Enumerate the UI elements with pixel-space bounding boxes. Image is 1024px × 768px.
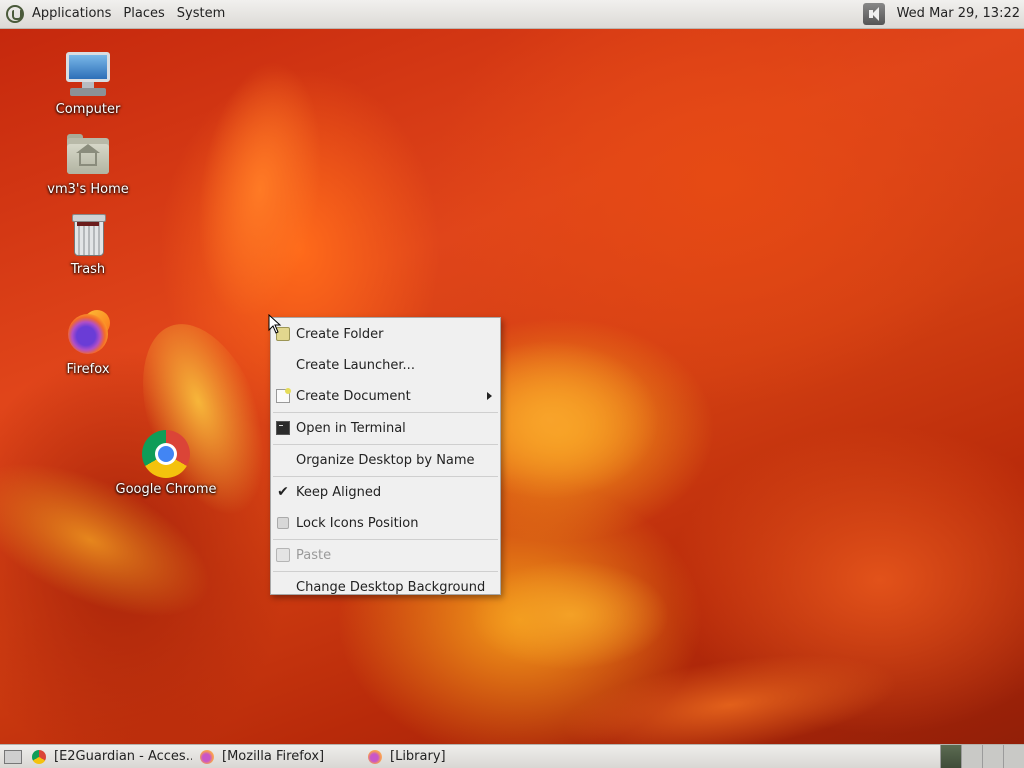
menu-item-label: Create Document	[296, 389, 411, 404]
volume-icon[interactable]	[862, 3, 885, 25]
submenu-arrow-icon	[487, 392, 492, 400]
trash-icon	[64, 210, 112, 258]
menu-item-label: Create Folder	[296, 327, 384, 342]
desktop-icon-home[interactable]: vm3's Home	[28, 130, 148, 197]
menu-item-change-background[interactable]: Change Desktop Background	[271, 572, 500, 603]
computer-icon	[64, 50, 112, 98]
taskbar-button-label: [Mozilla Firefox]	[222, 749, 325, 764]
chrome-icon	[32, 749, 46, 764]
checkmark-icon: ✔	[277, 484, 289, 500]
firefox-icon	[64, 310, 112, 358]
menu-item-keep-aligned[interactable]: ✔ Keep Aligned	[271, 477, 500, 508]
top-panel: Applications Places System Wed Mar 29, 1…	[0, 0, 1024, 29]
desktop-icon-computer[interactable]: Computer	[28, 50, 148, 117]
taskbar-button[interactable]: [Library]	[364, 746, 528, 768]
desktop-context-menu: Create Folder Create Launcher... Create …	[270, 317, 501, 595]
taskbar-button-label: [E2Guardian - Acces...	[54, 749, 192, 764]
desktop-icon-trash[interactable]: Trash	[28, 210, 148, 277]
mint-logo-icon[interactable]	[6, 5, 24, 23]
document-icon	[276, 388, 291, 403]
desktop-icon-chrome[interactable]: Google Chrome	[106, 430, 226, 497]
taskbar-button-label: [Library]	[390, 749, 446, 764]
menu-item-create-launcher[interactable]: Create Launcher...	[271, 350, 500, 381]
terminal-icon	[276, 421, 290, 435]
menu-item-label: Paste	[296, 548, 332, 563]
system-menu[interactable]: System	[171, 0, 231, 28]
desktop[interactable]: Applications Places System Wed Mar 29, 1…	[0, 0, 1024, 768]
desktop-icon-label: Trash	[70, 262, 106, 277]
menu-item-label: Open in Terminal	[296, 421, 406, 436]
firefox-icon	[200, 749, 214, 764]
firefox-icon	[368, 749, 382, 764]
menu-item-organize-desktop[interactable]: Organize Desktop by Name	[271, 445, 500, 476]
workspace-4[interactable]	[1003, 744, 1024, 768]
workspace-2[interactable]	[961, 744, 982, 768]
checkbox-icon	[277, 517, 289, 529]
desktop-icon-label: vm3's Home	[47, 182, 129, 197]
show-desktop-icon[interactable]	[4, 749, 22, 764]
workspace-1[interactable]	[940, 744, 961, 768]
clock[interactable]: Wed Mar 29, 13:22	[891, 0, 1024, 28]
home-folder-icon	[64, 130, 112, 178]
wallpaper-petal	[182, 52, 338, 328]
desktop-icon-label: Computer	[55, 102, 121, 117]
menu-item-create-folder[interactable]: Create Folder	[271, 319, 500, 350]
menu-item-label: Organize Desktop by Name	[296, 453, 475, 468]
desktop-icon-label: Google Chrome	[115, 482, 217, 497]
taskbar-button[interactable]: [Mozilla Firefox]	[196, 746, 360, 768]
workspace-switcher	[940, 744, 1024, 768]
menu-item-label: Change Desktop Background	[296, 580, 486, 595]
taskbar-button[interactable]: [E2Guardian - Acces...	[28, 746, 192, 768]
menu-item-label: Keep Aligned	[296, 485, 382, 500]
chrome-icon	[142, 430, 190, 478]
bottom-panel: [E2Guardian - Acces... [Mozilla Firefox]…	[0, 744, 1024, 768]
menu-item-create-document[interactable]: Create Document	[271, 381, 500, 412]
menu-item-label: Create Launcher...	[296, 358, 415, 373]
workspace-3[interactable]	[982, 744, 1003, 768]
mouse-cursor-icon	[268, 314, 282, 334]
menu-item-label: Lock Icons Position	[296, 516, 419, 531]
desktop-icon-label: Firefox	[66, 362, 110, 377]
paste-icon	[276, 548, 290, 562]
menu-item-paste[interactable]: Paste	[271, 540, 500, 571]
places-menu[interactable]: Places	[117, 0, 170, 28]
menu-item-open-terminal[interactable]: Open in Terminal	[271, 413, 500, 444]
applications-menu[interactable]: Applications	[26, 0, 117, 28]
top-panel-tray: Wed Mar 29, 13:22	[862, 0, 1024, 28]
menu-item-lock-icons[interactable]: Lock Icons Position	[271, 508, 500, 539]
desktop-icon-firefox[interactable]: Firefox	[28, 310, 148, 377]
